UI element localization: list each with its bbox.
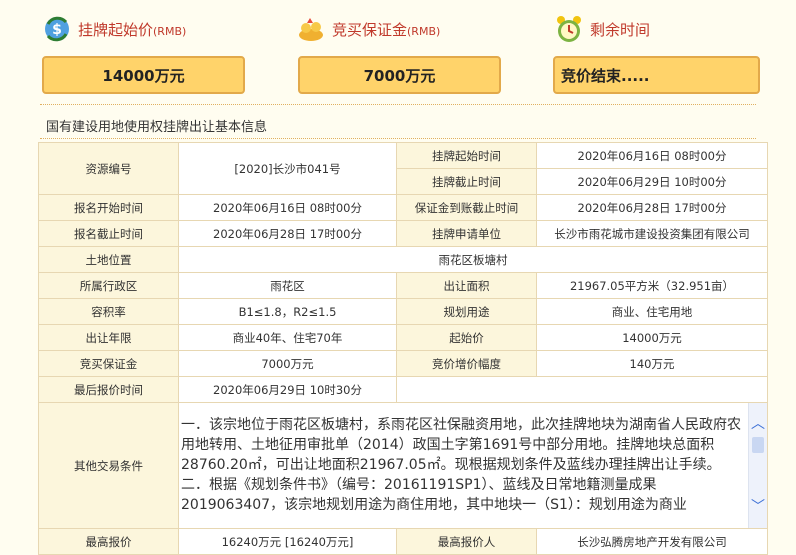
scrollbar-thumb[interactable] [752,437,764,453]
deposit-value: 7000万元 [178,350,397,377]
reg-end-value: 2020年06月28日 17时00分 [178,220,397,247]
resource-no-key: 资源编号 [38,142,179,195]
section-title: 国有建设用地使用权挂牌出让基本信息 [46,120,268,135]
remaining-box: 竞价结束..... [553,56,760,94]
term-key: 出让年限 [38,324,179,351]
remaining-label: 剩余时间 [590,20,651,39]
listing-end-key: 挂牌截止时间 [396,168,537,195]
district-value: 雨花区 [178,272,397,299]
highest-bidder-value: 长沙弘腾房地产开发有限公司 [536,528,768,555]
scrollbar[interactable]: ︿ ﹀ [748,403,767,528]
empty-cell [396,376,768,403]
district-key: 所属行政区 [38,272,179,299]
highest-bid-key: 最高报价 [38,528,179,555]
other-conditions-text[interactable]: 一．该宗地位于雨花区板塘村，系雨花区社保融资用地，此次挂牌地块为湖南省人民政府农… [179,403,749,528]
last-bid-time-key: 最后报价时间 [38,376,179,403]
other-conditions-key: 其他交易条件 [38,402,179,529]
location-key: 土地位置 [38,246,179,273]
other-conditions-cell: 一．该宗地位于雨花区板塘村，系雨花区社保融资用地，此次挂牌地块为湖南省人民政府农… [178,402,768,529]
increment-value: 140万元 [536,350,768,377]
far-key: 容积率 [38,298,179,325]
start-price-value: 14000万元 [536,324,768,351]
start-price-key: 起始价 [396,324,537,351]
reg-start-key: 报名开始时间 [38,194,179,221]
reg-end-key: 报名截止时间 [38,220,179,247]
term-value: 商业40年、住宅70年 [178,324,397,351]
location-value: 雨花区板塘村 [178,246,768,273]
listing-start-value: 2020年06月16日 08时00分 [536,142,768,169]
resource-no-value: [2020]长沙市041号 [178,142,397,195]
money-gift-icon [296,14,326,44]
chevron-up-icon[interactable]: ︿ [749,415,767,433]
deposit-key: 竞买保证金 [38,350,179,377]
far-value: B1≤1.8，R2≤1.5 [178,298,397,325]
listing-end-value: 2020年06月29日 10时00分 [536,168,768,195]
highest-bid-value: 16240万元 [16240万元] [178,528,397,555]
other-conditions-p2: 二．根据《规划条件书》（编号：20161191SP1）、蓝线及日常地籍测量成果2… [181,477,687,513]
start-price-box: 14000万元 [42,56,245,94]
highest-bidder-key: 最高报价人 [396,528,537,555]
svg-text:$: $ [52,22,62,38]
applicant-key: 挂牌申请单位 [396,220,537,247]
deposit-due-value: 2020年06月28日 17时00分 [536,194,768,221]
area-value: 21967.05平方米（32.951亩） [536,272,768,299]
divider [40,138,756,139]
chevron-down-icon[interactable]: ﹀ [749,498,767,516]
deposit-label: 竞买保证金(RMB) [332,20,441,39]
area-key: 出让面积 [396,272,537,299]
increment-key: 竞价增价幅度 [396,350,537,377]
start-price-label: 挂牌起始价(RMB) [78,20,187,39]
usage-value: 商业、住宅用地 [536,298,768,325]
reg-start-value: 2020年06月16日 08时00分 [178,194,397,221]
applicant-value: 长沙市雨花城市建设投资集团有限公司 [536,220,768,247]
usage-key: 规划用途 [396,298,537,325]
land-info-table: 资源编号 [2020]长沙市041号 挂牌起始时间 2020年06月16日 08… [38,142,768,555]
other-conditions-p1: 一．该宗地位于雨花区板塘村，系雨花区社保融资用地，此次挂牌地块为湖南省人民政府农… [181,417,741,473]
last-bid-time-value: 2020年06月29日 10时30分 [178,376,397,403]
deposit-due-key: 保证金到账截止时间 [396,194,537,221]
start-price-header: $ 挂牌起始价(RMB) [42,12,186,46]
deposit-box: 7000万元 [298,56,501,94]
deposit-header: 竞买保证金(RMB) [296,12,440,46]
remaining-header: 剩余时间 [554,12,650,46]
dollar-refresh-icon: $ [42,14,72,44]
divider [40,104,756,105]
alarm-clock-icon [554,14,584,44]
listing-start-key: 挂牌起始时间 [396,142,537,169]
